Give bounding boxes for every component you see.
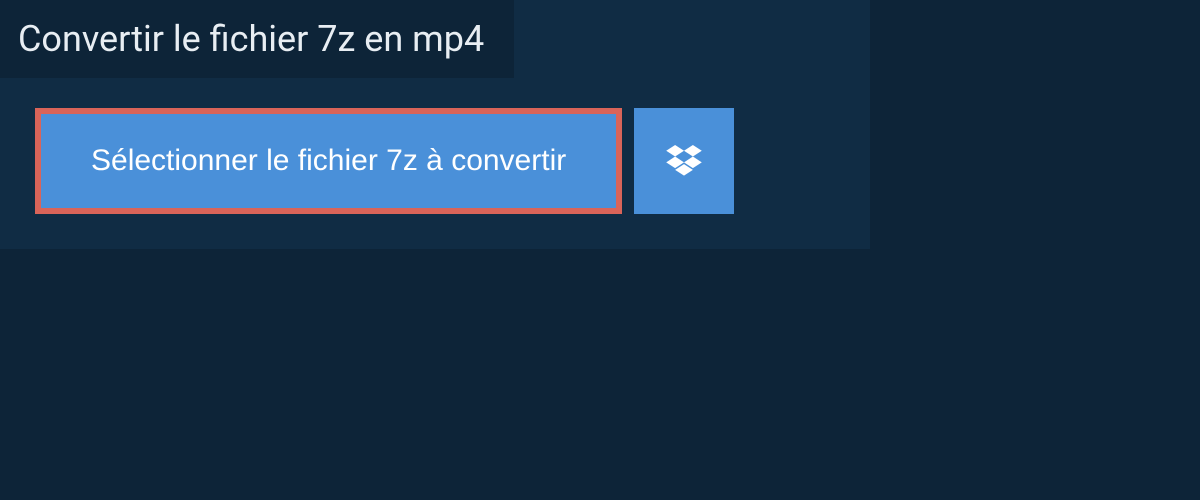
title-tab: Convertir le fichier 7z en mp4 bbox=[0, 0, 514, 78]
dropbox-icon bbox=[666, 145, 702, 177]
page-title: Convertir le fichier 7z en mp4 bbox=[18, 18, 484, 60]
dropbox-button[interactable] bbox=[634, 108, 734, 214]
button-row: Sélectionner le fichier 7z à convertir bbox=[0, 78, 870, 214]
converter-panel: Convertir le fichier 7z en mp4 Sélection… bbox=[0, 0, 870, 249]
select-file-button[interactable]: Sélectionner le fichier 7z à convertir bbox=[35, 108, 622, 214]
select-file-label: Sélectionner le fichier 7z à convertir bbox=[91, 144, 566, 178]
